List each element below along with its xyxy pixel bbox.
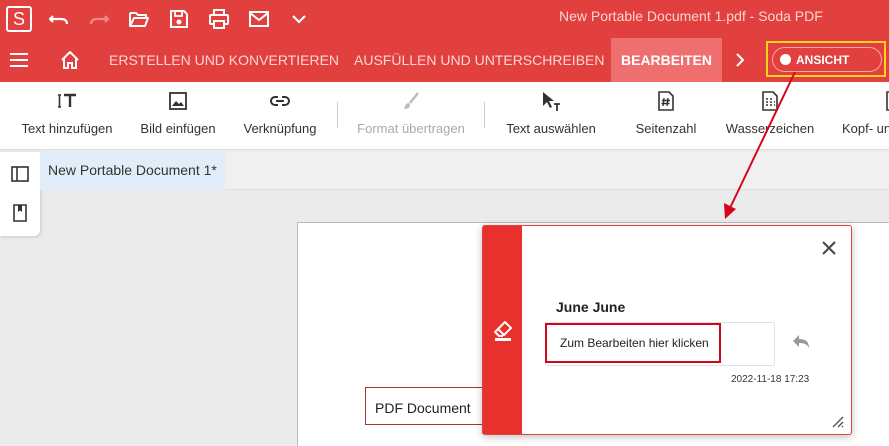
pdf-text-field-value: PDF Document xyxy=(375,400,471,416)
document-tab-bar: New Portable Document 1* xyxy=(40,152,889,190)
text-add-button[interactable]: Text hinzufügen xyxy=(17,82,117,150)
image-insert-button[interactable]: Bild einfügen xyxy=(132,82,224,150)
link-label: Verknüpfung xyxy=(243,121,317,136)
toggle-knob xyxy=(780,54,791,65)
text-select-label: Text auswählen xyxy=(506,121,596,136)
text-add-label: Text hinzufügen xyxy=(21,121,113,136)
format-painter-label: Format übertragen xyxy=(357,121,465,136)
resize-grip-icon[interactable] xyxy=(829,413,845,429)
brush-icon xyxy=(404,92,419,109)
toolbar-divider xyxy=(484,102,485,128)
watermark-button[interactable]: Wasserzeichen xyxy=(722,82,818,150)
comment-popup: June June Zum Bearbeiten hier klicken 20… xyxy=(482,225,852,435)
page-number-icon xyxy=(658,91,674,111)
open-folder-icon[interactable] xyxy=(127,7,151,31)
eraser-icon xyxy=(494,321,512,341)
mail-icon[interactable] xyxy=(247,7,271,31)
page-number-button[interactable]: Seitenzahl xyxy=(632,82,700,150)
tab-bearbeiten[interactable]: BEARBEITEN xyxy=(611,38,723,82)
home-icon[interactable] xyxy=(59,49,81,71)
bookmark-icon[interactable] xyxy=(10,203,30,223)
text-select-button[interactable]: Text auswählen xyxy=(501,82,601,150)
link-icon xyxy=(270,96,290,106)
chevron-right-icon[interactable] xyxy=(731,50,749,70)
ribbon-tab-bar: ERSTELLEN UND KONVERTIEREN AUSFÜLLEN UND… xyxy=(0,38,889,82)
toolbar-divider xyxy=(337,102,338,128)
text-add-icon xyxy=(58,93,76,108)
watermark-icon xyxy=(762,91,778,111)
side-panel xyxy=(0,152,40,236)
close-icon[interactable] xyxy=(819,238,839,258)
comment-timestamp: 2022-11-18 17:23 xyxy=(731,374,810,385)
window-title: New Portable Document 1.pdf - Soda PDF xyxy=(559,8,823,24)
hamburger-menu-icon[interactable] xyxy=(9,50,29,70)
watermark-label: Wasserzeichen xyxy=(725,121,815,136)
header-footer-label: Kopf- un xyxy=(842,121,889,136)
comment-author: June June xyxy=(556,299,626,315)
edit-toolbar: Text hinzufügen Bild einfügen Verknüpfun… xyxy=(0,82,889,150)
highlight-frame: ANSICHT xyxy=(766,41,886,77)
format-painter-button[interactable]: Format übertragen xyxy=(353,82,469,150)
chevron-down-icon[interactable] xyxy=(287,7,311,31)
redo-icon[interactable] xyxy=(87,7,111,31)
comment-text-box[interactable]: Zum Bearbeiten hier klicken xyxy=(545,323,721,363)
title-bar: S New Portable Document 1.pdf - Soda PDF xyxy=(0,0,889,38)
document-tab[interactable]: New Portable Document 1* xyxy=(40,152,225,190)
tab-erstellen-und-konvertieren[interactable]: ERSTELLEN UND KONVERTIEREN xyxy=(109,38,339,82)
popup-side-strip xyxy=(483,226,522,434)
reply-icon[interactable] xyxy=(790,330,812,352)
image-icon xyxy=(169,92,187,110)
save-icon[interactable] xyxy=(167,7,191,31)
view-mode-label: ANSICHT xyxy=(796,53,850,67)
tab-ausfuellen-und-unterschreiben[interactable]: AUSFÜLLEN UND UNTERSCHREIBEN xyxy=(354,38,604,82)
pdf-text-field[interactable]: PDF Document xyxy=(365,387,485,425)
link-button[interactable]: Verknüpfung xyxy=(238,82,322,150)
header-footer-button[interactable]: Kopf- un xyxy=(838,82,889,150)
panel-toggle-icon[interactable] xyxy=(10,164,30,184)
print-icon[interactable] xyxy=(207,7,231,31)
header-footer-icon xyxy=(886,91,889,111)
view-mode-toggle[interactable]: ANSICHT xyxy=(772,47,882,72)
app-logo[interactable]: S xyxy=(6,6,32,32)
text-select-icon xyxy=(543,92,560,111)
undo-icon[interactable] xyxy=(47,7,71,31)
comment-text: Zum Bearbeiten hier klicken xyxy=(560,336,709,350)
page-number-label: Seitenzahl xyxy=(635,121,697,136)
image-insert-label: Bild einfügen xyxy=(140,121,216,136)
